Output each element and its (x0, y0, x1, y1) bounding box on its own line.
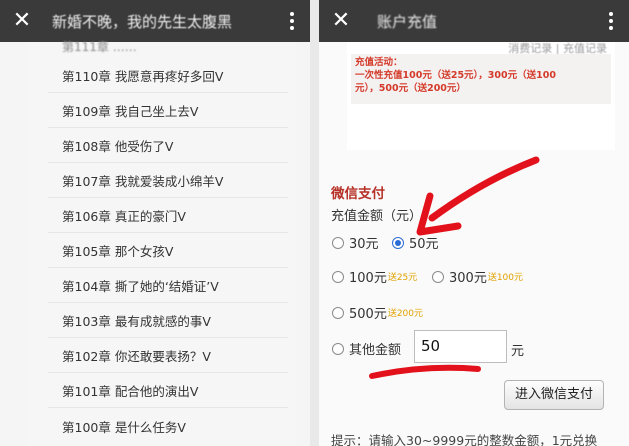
hint-text: 提示：请输入30~9999元的整数金额，1元兑换 (331, 433, 598, 446)
option-label: 300元 (449, 271, 487, 286)
wechat-pay-title: 微信支付 (331, 186, 385, 202)
option-label: 500元 (349, 307, 387, 322)
radio-button-selected[interactable] (392, 236, 404, 249)
option-label: 30元 (349, 237, 379, 252)
divider (48, 127, 288, 128)
radio-button[interactable] (332, 342, 344, 355)
page-title: 账户充值 (377, 13, 438, 31)
page-title: 新婚不晚，我的先生太腹黑 (52, 13, 233, 31)
option-other[interactable]: 其他金额 (332, 339, 401, 358)
promo-line: 一次性充值100元（送25元），300元（送100 (355, 70, 556, 81)
promo-line: 元），500元（送200元） (355, 83, 466, 94)
chapter-item[interactable]: 第104章 撕了她的‘结婚证’V (62, 276, 219, 295)
option-label: 其他金额 (349, 343, 402, 358)
bonus-badge: 送100元 (487, 273, 524, 283)
divider (48, 267, 288, 268)
bonus-badge: 送200元 (387, 309, 424, 319)
option-50[interactable]: 50元 (392, 233, 439, 252)
chapter-item[interactable]: 第106章 真正的豪门V (62, 206, 186, 225)
radio-button[interactable] (332, 270, 344, 283)
chapter-list-screen: ✕ 新婚不晚，我的先生太腹黑 第111章 …… 第110章 我愿意再疼好多回V … (0, 0, 310, 446)
divider (48, 162, 288, 163)
chapter-item[interactable]: 第102章 你还敢要表扬？V (62, 346, 211, 365)
unit-label: 元 (511, 344, 525, 359)
option-500[interactable]: 500元 送200元 (332, 303, 423, 322)
chapter-item[interactable]: 第107章 我就爱装成小绵羊V (62, 171, 223, 190)
more-vertical-icon[interactable] (599, 7, 623, 35)
radio-button[interactable] (332, 306, 344, 319)
radio-button[interactable] (432, 270, 444, 283)
chapter-item[interactable]: 第101章 配合他的演出V (62, 381, 198, 400)
divider (48, 302, 288, 303)
radio-button[interactable] (332, 236, 344, 249)
chapter-list: 第111章 …… 第110章 我愿意再疼好多回V 第109章 我自己坐上去V 第… (28, 40, 296, 446)
other-amount-input[interactable]: 50 (414, 330, 507, 363)
option-100[interactable]: 100元 送25元 (332, 267, 417, 286)
chapter-item-cut: 第111章 …… (62, 40, 137, 54)
option-30[interactable]: 30元 (332, 233, 379, 252)
divider (48, 92, 288, 93)
promo-line: 充值活动： (355, 57, 403, 68)
promo-card: 消费记录 | 充值记录 充值活动： 一次性充值100元（送25元），300元（送… (347, 42, 615, 150)
chapter-item[interactable]: 第105章 那个女孩V (62, 241, 173, 260)
chapter-item[interactable]: 第103章 最有成就感的事V (62, 311, 211, 330)
option-300[interactable]: 300元 送100元 (432, 267, 523, 286)
option-label: 50元 (409, 237, 439, 252)
more-vertical-icon[interactable] (280, 7, 304, 35)
bonus-badge: 送25元 (387, 273, 418, 283)
promo-banner: 充值活动： 一次性充值100元（送25元），300元（送100 元），500元（… (351, 54, 611, 104)
chapter-item[interactable]: 第109章 我自己坐上去V (62, 101, 198, 120)
divider (48, 197, 288, 198)
divider (48, 407, 288, 408)
option-label: 100元 (349, 271, 387, 286)
top-bar: ✕ 账户充值 (319, 0, 629, 42)
top-bar: ✕ 新婚不晚，我的先生太腹黑 (0, 0, 310, 42)
divider (48, 232, 288, 233)
amount-label: 充值金额（元） (331, 209, 423, 224)
divider (48, 337, 288, 338)
close-icon[interactable]: ✕ (8, 7, 36, 35)
close-icon[interactable]: ✕ (327, 7, 355, 35)
divider (48, 372, 288, 373)
wechat-pay-button[interactable]: 进入微信支付 (504, 380, 604, 410)
chapter-item[interactable]: 第100章 是什么任务V (62, 417, 186, 436)
chapter-item[interactable]: 第110章 我愿意再疼好多回V (62, 66, 223, 85)
chapter-item[interactable]: 第108章 他受伤了V (62, 136, 173, 155)
